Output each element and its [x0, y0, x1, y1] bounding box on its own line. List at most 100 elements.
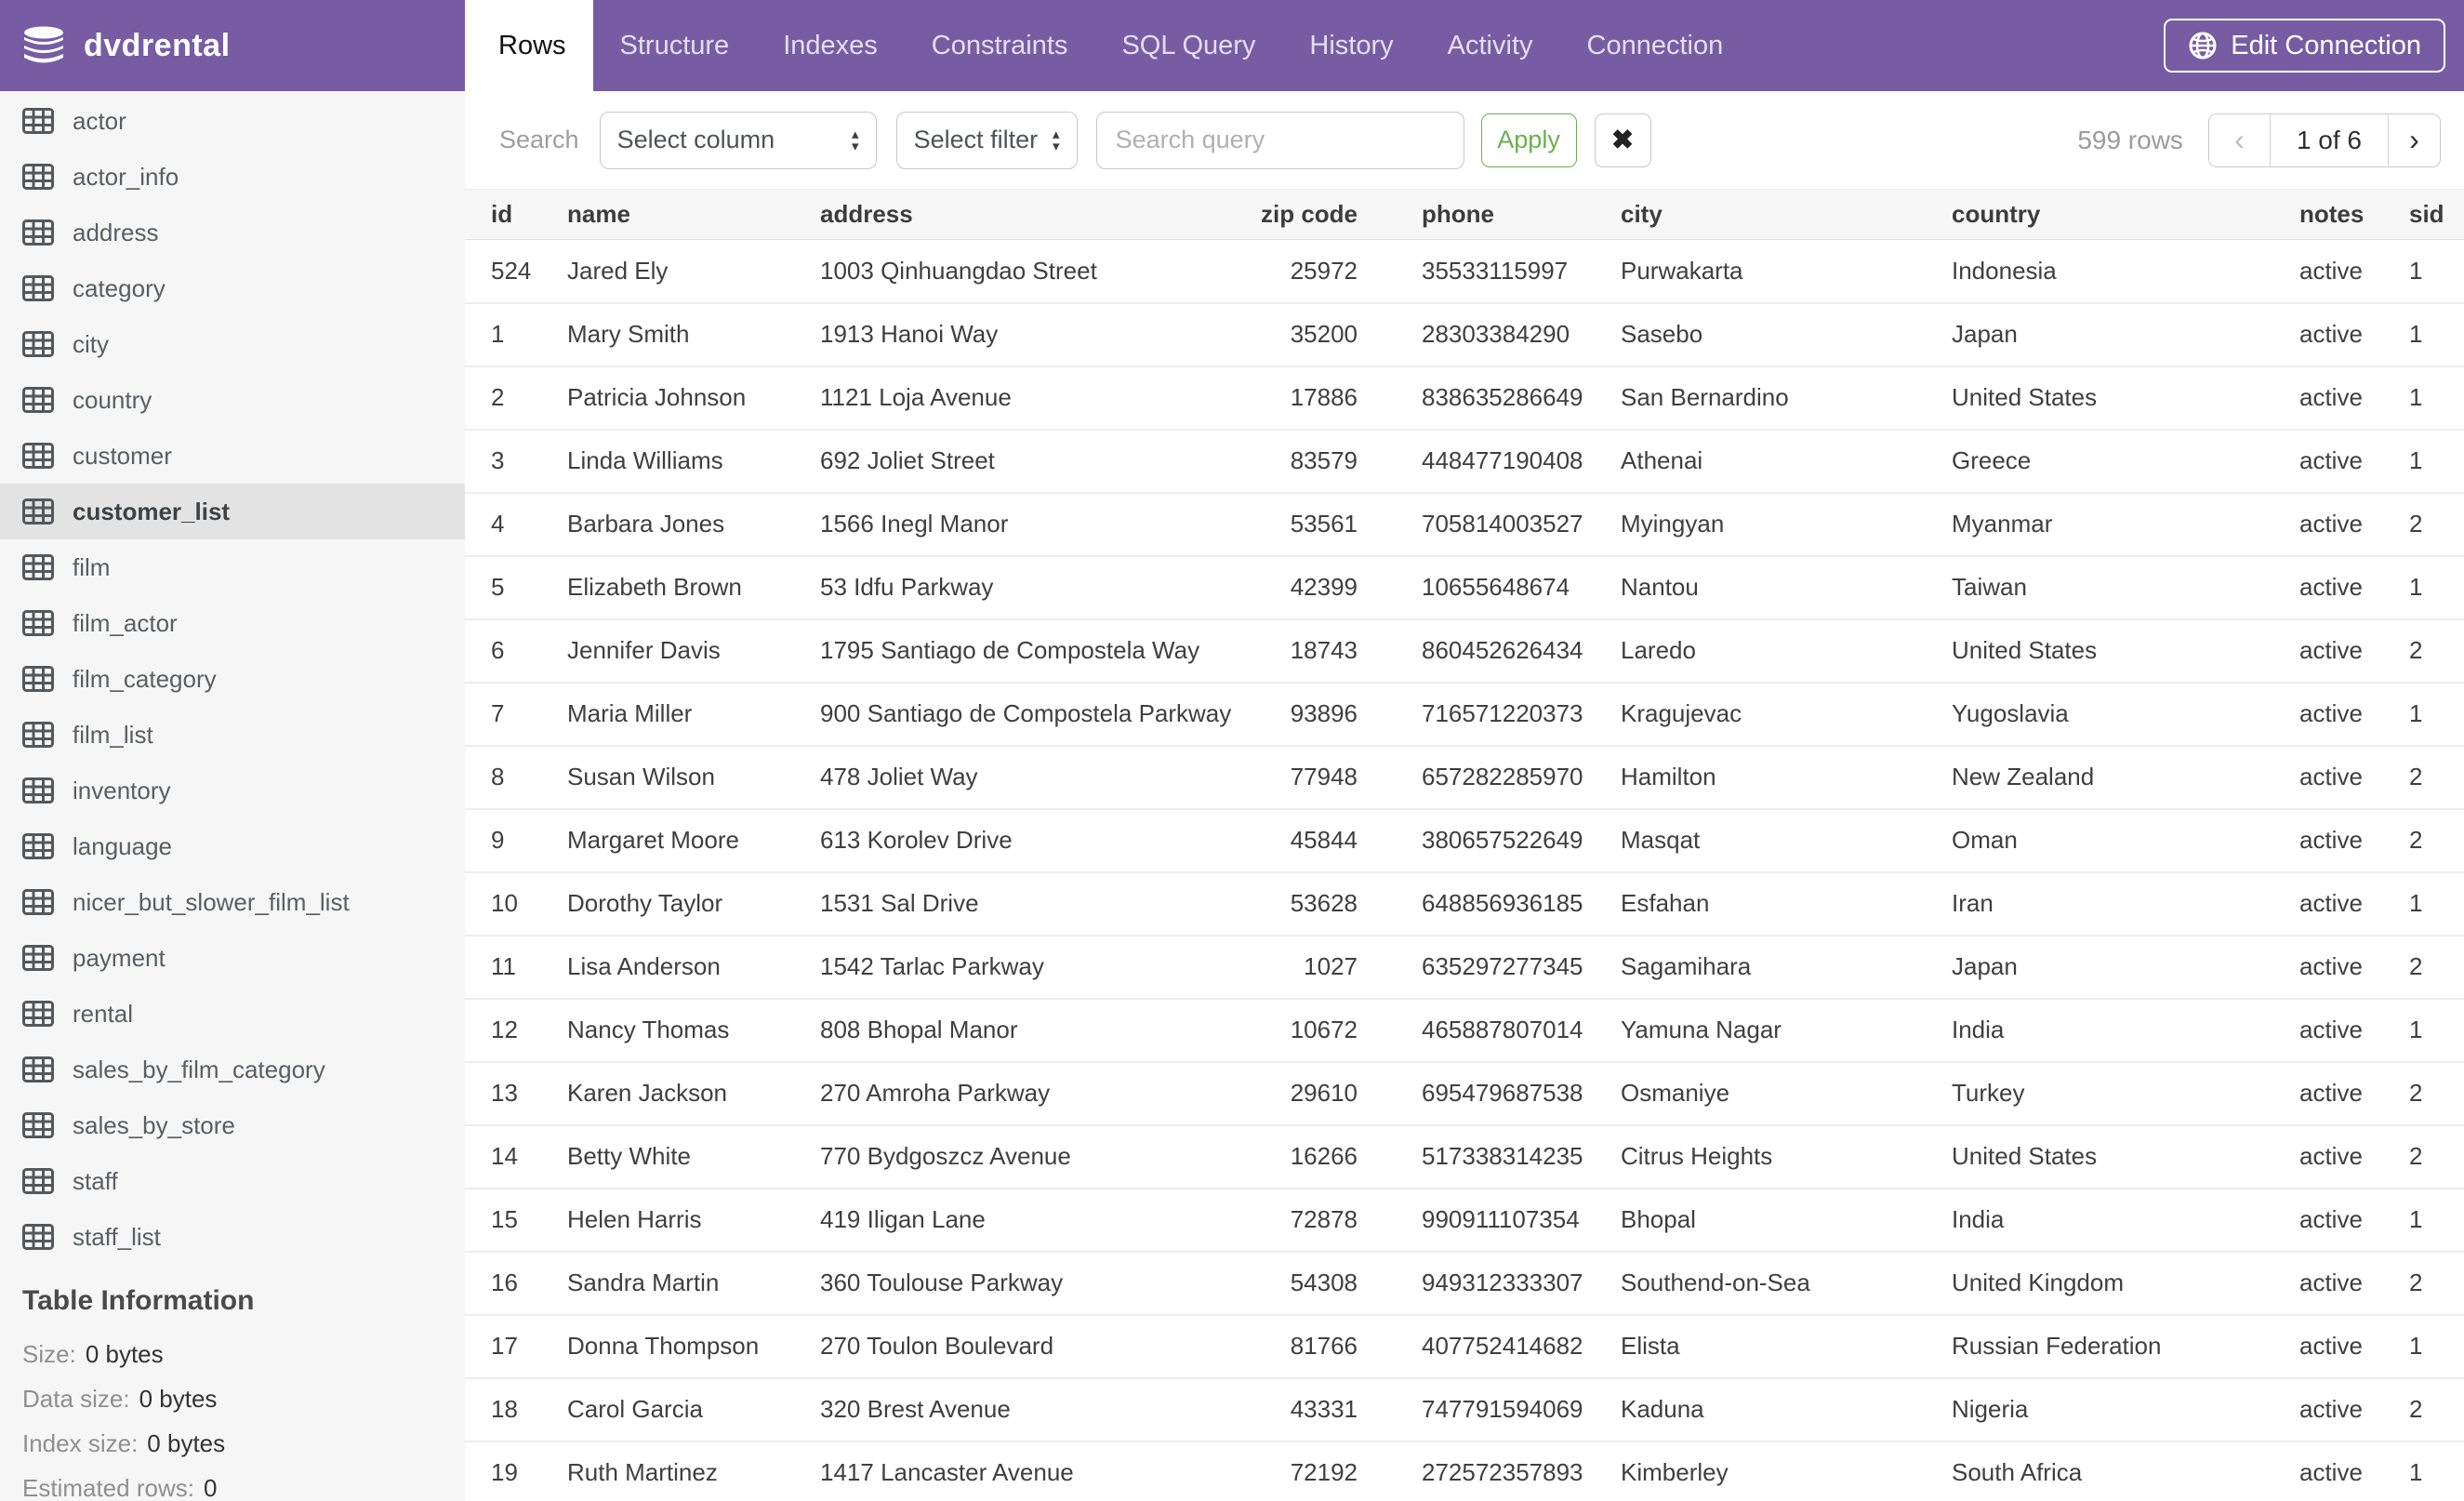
- sidebar-item-category[interactable]: category: [0, 260, 465, 316]
- cell-name[interactable]: Barbara Jones: [567, 492, 820, 557]
- cell-address[interactable]: 1542 Tarlac Parkway: [820, 935, 1235, 1000]
- cell-address[interactable]: 692 Joliet Street: [820, 429, 1235, 494]
- cell-name[interactable]: Betty White: [567, 1124, 820, 1189]
- cell-notes[interactable]: active: [2299, 745, 2407, 810]
- cell-zip-code[interactable]: 16266: [1235, 1124, 1358, 1189]
- cell-id[interactable]: 13: [465, 1061, 567, 1126]
- cell-name[interactable]: Jennifer Davis: [567, 618, 820, 684]
- cell-name[interactable]: Jared Ely: [567, 239, 820, 304]
- tab-structure[interactable]: Structure: [593, 0, 757, 91]
- tab-activity[interactable]: Activity: [1421, 0, 1560, 91]
- cell-name[interactable]: Susan Wilson: [567, 745, 820, 810]
- cell-phone[interactable]: 657282285970: [1358, 745, 1621, 810]
- cell-zip-code[interactable]: 1027: [1235, 935, 1358, 1000]
- cell-country[interactable]: Indonesia: [1952, 239, 2299, 304]
- cell-city[interactable]: San Bernardino: [1621, 365, 1952, 431]
- cell-country[interactable]: United Kingdom: [1952, 1251, 2299, 1316]
- cell-city[interactable]: Purwakarta: [1621, 239, 1952, 304]
- cell-zip-code[interactable]: 29610: [1235, 1061, 1358, 1126]
- sidebar-item-address[interactable]: address: [0, 205, 465, 260]
- cell-name[interactable]: Sandra Martin: [567, 1251, 820, 1316]
- cell-country[interactable]: United States: [1952, 1124, 2299, 1189]
- cell-phone[interactable]: 448477190408: [1358, 429, 1621, 494]
- cell-city[interactable]: Masqat: [1621, 808, 1952, 873]
- cell-sid[interactable]: 2: [2407, 1061, 2464, 1126]
- cell-zip-code[interactable]: 83579: [1235, 429, 1358, 494]
- cell-sid[interactable]: 1: [2407, 1188, 2464, 1253]
- column-header-phone[interactable]: phone: [1358, 189, 1621, 240]
- cell-phone[interactable]: 35533115997: [1358, 239, 1621, 304]
- cell-zip-code[interactable]: 54308: [1235, 1251, 1358, 1316]
- cell-city[interactable]: Osmaniye: [1621, 1061, 1952, 1126]
- cell-notes[interactable]: active: [2299, 239, 2407, 304]
- cell-notes[interactable]: active: [2299, 365, 2407, 431]
- cell-phone[interactable]: 949312333307: [1358, 1251, 1621, 1316]
- cell-sid[interactable]: 1: [2407, 871, 2464, 936]
- cell-notes[interactable]: active: [2299, 302, 2407, 367]
- cell-city[interactable]: Kimberley: [1621, 1441, 1952, 1501]
- cell-city[interactable]: Nantou: [1621, 555, 1952, 620]
- cell-city[interactable]: Myingyan: [1621, 492, 1952, 557]
- cell-phone[interactable]: 705814003527: [1358, 492, 1621, 557]
- cell-sid[interactable]: 2: [2407, 935, 2464, 1000]
- cell-id[interactable]: 3: [465, 429, 567, 494]
- cell-address[interactable]: 1531 Sal Drive: [820, 871, 1235, 936]
- cell-id[interactable]: 11: [465, 935, 567, 1000]
- cell-sid[interactable]: 1: [2407, 302, 2464, 367]
- column-header-address[interactable]: address: [820, 189, 1235, 240]
- cell-name[interactable]: Ruth Martinez: [567, 1441, 820, 1501]
- cell-sid[interactable]: 2: [2407, 1251, 2464, 1316]
- cell-id[interactable]: 14: [465, 1124, 567, 1189]
- cell-sid[interactable]: 1: [2407, 365, 2464, 431]
- cell-address[interactable]: 478 Joliet Way: [820, 745, 1235, 810]
- cell-city[interactable]: Athenai: [1621, 429, 1952, 494]
- cell-city[interactable]: Sagamihara: [1621, 935, 1952, 1000]
- column-header-notes[interactable]: notes: [2299, 189, 2407, 240]
- column-header-city[interactable]: city: [1621, 189, 1952, 240]
- tab-constraints[interactable]: Constraints: [905, 0, 1095, 91]
- cell-zip-code[interactable]: 17886: [1235, 365, 1358, 431]
- cell-sid[interactable]: 1: [2407, 429, 2464, 494]
- cell-city[interactable]: Kaduna: [1621, 1377, 1952, 1442]
- apply-button[interactable]: Apply: [1480, 113, 1577, 167]
- cell-name[interactable]: Helen Harris: [567, 1188, 820, 1253]
- cell-name[interactable]: Mary Smith: [567, 302, 820, 367]
- cell-id[interactable]: 7: [465, 682, 567, 747]
- cell-sid[interactable]: 1: [2407, 998, 2464, 1063]
- cell-phone[interactable]: 10655648674: [1358, 555, 1621, 620]
- sidebar-item-country[interactable]: country: [0, 372, 465, 428]
- sidebar-item-staff[interactable]: staff: [0, 1153, 465, 1209]
- column-header-id[interactable]: id: [465, 189, 567, 240]
- cell-address[interactable]: 808 Bhopal Manor: [820, 998, 1235, 1063]
- cell-phone[interactable]: 272572357893: [1358, 1441, 1621, 1501]
- tab-history[interactable]: History: [1282, 0, 1420, 91]
- cell-city[interactable]: Kragujevac: [1621, 682, 1952, 747]
- cell-id[interactable]: 524: [465, 239, 567, 304]
- cell-phone[interactable]: 648856936185: [1358, 871, 1621, 936]
- cell-zip-code[interactable]: 72878: [1235, 1188, 1358, 1253]
- cell-city[interactable]: Citrus Heights: [1621, 1124, 1952, 1189]
- cell-city[interactable]: Yamuna Nagar: [1621, 998, 1952, 1063]
- cell-name[interactable]: Linda Williams: [567, 429, 820, 494]
- cell-sid[interactable]: 1: [2407, 555, 2464, 620]
- cell-phone[interactable]: 990911107354: [1358, 1188, 1621, 1253]
- cell-address[interactable]: 270 Amroha Parkway: [820, 1061, 1235, 1126]
- cell-notes[interactable]: active: [2299, 1441, 2407, 1501]
- cell-address[interactable]: 613 Korolev Drive: [820, 808, 1235, 873]
- cell-sid[interactable]: 2: [2407, 808, 2464, 873]
- cell-country[interactable]: Oman: [1952, 808, 2299, 873]
- cell-id[interactable]: 18: [465, 1377, 567, 1442]
- cell-country[interactable]: Greece: [1952, 429, 2299, 494]
- cell-address[interactable]: 1417 Lancaster Avenue: [820, 1441, 1235, 1501]
- cell-address[interactable]: 900 Santiago de Compostela Parkway: [820, 682, 1235, 747]
- cell-country[interactable]: Japan: [1952, 302, 2299, 367]
- cell-phone[interactable]: 380657522649: [1358, 808, 1621, 873]
- cell-zip-code[interactable]: 43331: [1235, 1377, 1358, 1442]
- cell-country[interactable]: Taiwan: [1952, 555, 2299, 620]
- cell-notes[interactable]: active: [2299, 429, 2407, 494]
- cell-country[interactable]: India: [1952, 1188, 2299, 1253]
- tab-indexes[interactable]: Indexes: [756, 0, 905, 91]
- cell-notes[interactable]: active: [2299, 935, 2407, 1000]
- cell-name[interactable]: Dorothy Taylor: [567, 871, 820, 936]
- column-header-name[interactable]: name: [567, 189, 820, 240]
